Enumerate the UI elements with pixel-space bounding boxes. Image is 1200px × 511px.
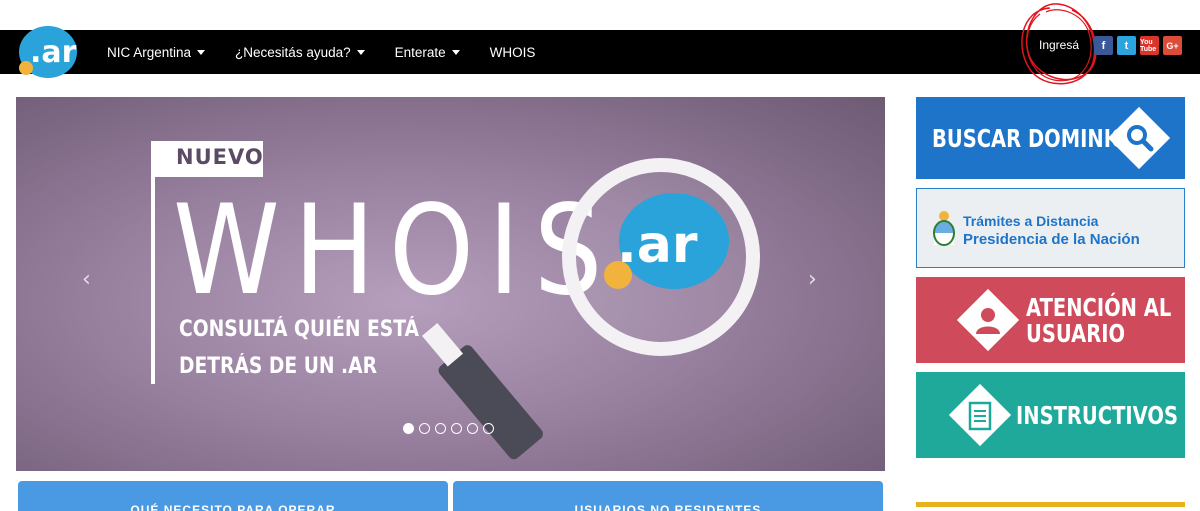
search-icon bbox=[1127, 125, 1154, 152]
nav-label: NIC Argentina bbox=[107, 44, 192, 60]
google-plus-icon[interactable]: G+ bbox=[1163, 36, 1182, 55]
nic-ar-logo[interactable]: .ar bbox=[14, 22, 78, 82]
nav-label: WHOIS bbox=[489, 44, 536, 60]
tramites-a-distancia-button[interactable]: Trámites a Distancia Presidencia de la N… bbox=[916, 188, 1185, 268]
top-navbar: .ar NIC Argentina ¿Necesitás ayuda? Ente… bbox=[0, 3, 1200, 85]
atencion-al-usuario-button[interactable]: ATENCIÓN AL USUARIO bbox=[916, 277, 1185, 363]
social-links: f t You Tube G+ bbox=[1094, 36, 1182, 55]
carousel-dot[interactable] bbox=[451, 423, 462, 434]
buscar-dominios-button[interactable]: BUSCAR DOMINIOS bbox=[916, 97, 1185, 179]
carousel-dot[interactable] bbox=[483, 423, 494, 434]
chevron-down-icon bbox=[451, 49, 460, 55]
nav-label: Enterate bbox=[394, 44, 446, 60]
carousel-dot[interactable] bbox=[467, 423, 478, 434]
carousel-prev-button[interactable]: ‹ bbox=[82, 267, 91, 292]
tile-label: QUÉ NECESITO PARA OPERAR bbox=[130, 503, 336, 511]
user-support-icon bbox=[976, 308, 1000, 334]
nav-enterate[interactable]: Enterate bbox=[395, 45, 460, 60]
tile-label: USUARIOS NO RESIDENTES bbox=[574, 503, 762, 511]
carousel-next-button[interactable]: › bbox=[808, 267, 817, 292]
nav-whois[interactable]: WHOIS bbox=[490, 45, 536, 60]
carousel-indicators bbox=[403, 423, 494, 434]
chevron-down-icon bbox=[356, 49, 365, 55]
slide-logo-text: .ar bbox=[617, 215, 698, 275]
carousel-dot[interactable] bbox=[435, 423, 446, 434]
sidebar-yellow-banner[interactable] bbox=[916, 502, 1185, 507]
chevron-down-icon bbox=[197, 49, 206, 55]
facebook-icon[interactable]: f bbox=[1094, 36, 1113, 55]
main-nav: NIC Argentina ¿Necesitás ayuda? Enterate… bbox=[107, 30, 565, 74]
svg-text:.ar: .ar bbox=[30, 35, 77, 70]
hero-carousel[interactable]: NUEVO WHOIS CONSULTÁ QUIÉN ESTÁ DETRÁS D… bbox=[16, 97, 885, 471]
red-circle-annotation bbox=[1021, 3, 1097, 85]
atencion-label-2: USUARIO bbox=[1026, 319, 1126, 348]
nav-label: ¿Necesitás ayuda? bbox=[235, 44, 351, 60]
magnifier-graphic: .ar bbox=[422, 158, 760, 460]
youtube-icon[interactable]: You Tube bbox=[1140, 36, 1159, 55]
document-icon bbox=[968, 401, 992, 431]
nav-necesitas-ayuda[interactable]: ¿Necesitás ayuda? bbox=[235, 45, 365, 60]
carousel-dot[interactable] bbox=[403, 423, 414, 434]
presidencia-label: Presidencia de la Nación bbox=[963, 231, 1140, 248]
atencion-label-1: ATENCIÓN AL bbox=[1026, 293, 1172, 322]
tramites-label: Trámites a Distancia bbox=[963, 213, 1099, 229]
instructivos-button[interactable]: INSTRUCTIVOS bbox=[916, 372, 1185, 458]
twitter-icon[interactable]: t bbox=[1117, 36, 1136, 55]
login-link[interactable]: Ingresá bbox=[1039, 38, 1079, 52]
nav-nic-argentina[interactable]: NIC Argentina bbox=[107, 44, 206, 60]
instructivos-label: INSTRUCTIVOS bbox=[1016, 401, 1179, 430]
argentina-coat-of-arms-icon bbox=[933, 211, 955, 246]
carousel-dot[interactable] bbox=[419, 423, 430, 434]
